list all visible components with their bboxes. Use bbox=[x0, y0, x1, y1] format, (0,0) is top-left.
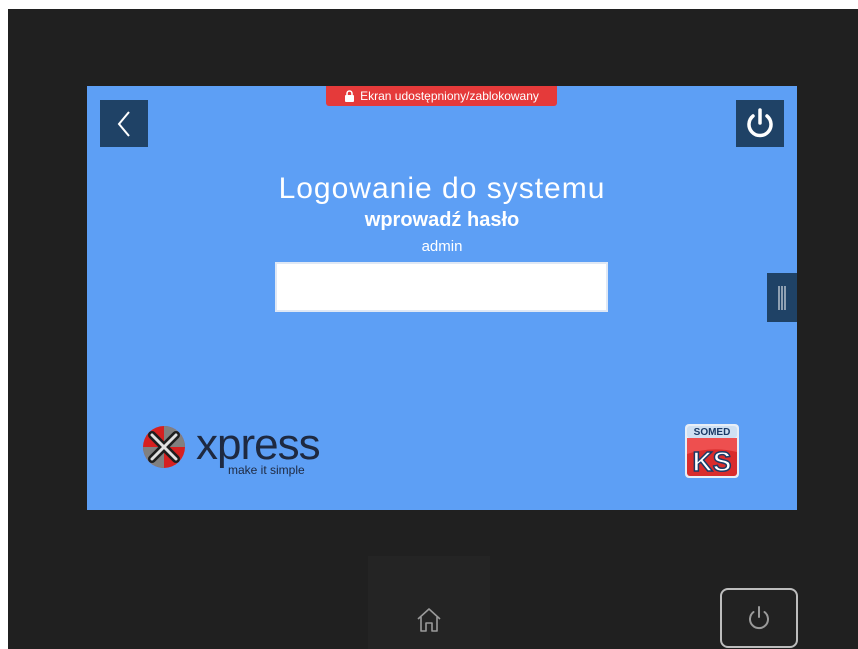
home-button[interactable] bbox=[404, 598, 454, 642]
xpress-tagline: make it simple bbox=[228, 463, 305, 477]
username-label: admin bbox=[421, 238, 463, 255]
power-icon bbox=[749, 606, 769, 630]
power-button-bottom[interactable] bbox=[720, 588, 798, 648]
svg-text:KS: KS bbox=[693, 446, 732, 477]
screen-locked-text: Ekran udostępniony/zablokowany bbox=[360, 89, 539, 103]
somed-label: SOMED bbox=[693, 427, 731, 438]
login-title: Logowanie do systemu bbox=[278, 172, 606, 205]
power-icon bbox=[747, 107, 773, 137]
xpress-wordmark: xpress bbox=[196, 420, 321, 469]
drag-handle-icon bbox=[778, 285, 786, 310]
lock-icon bbox=[345, 90, 355, 102]
somed-logo: KS SOMED bbox=[685, 424, 739, 478]
screen-locked-banner: Ekran udostępniony/zablokowany bbox=[326, 86, 557, 106]
back-button[interactable] bbox=[100, 100, 148, 147]
home-icon bbox=[417, 608, 441, 632]
chevron-left-icon bbox=[117, 110, 130, 137]
password-input[interactable] bbox=[275, 262, 608, 312]
side-panel-handle[interactable] bbox=[767, 273, 797, 322]
xpress-logo: xpress make it simple bbox=[140, 420, 370, 481]
xpress-emblem-icon bbox=[143, 426, 185, 468]
password-prompt: wprowadź hasło bbox=[364, 209, 520, 231]
power-button-top[interactable] bbox=[736, 100, 784, 147]
